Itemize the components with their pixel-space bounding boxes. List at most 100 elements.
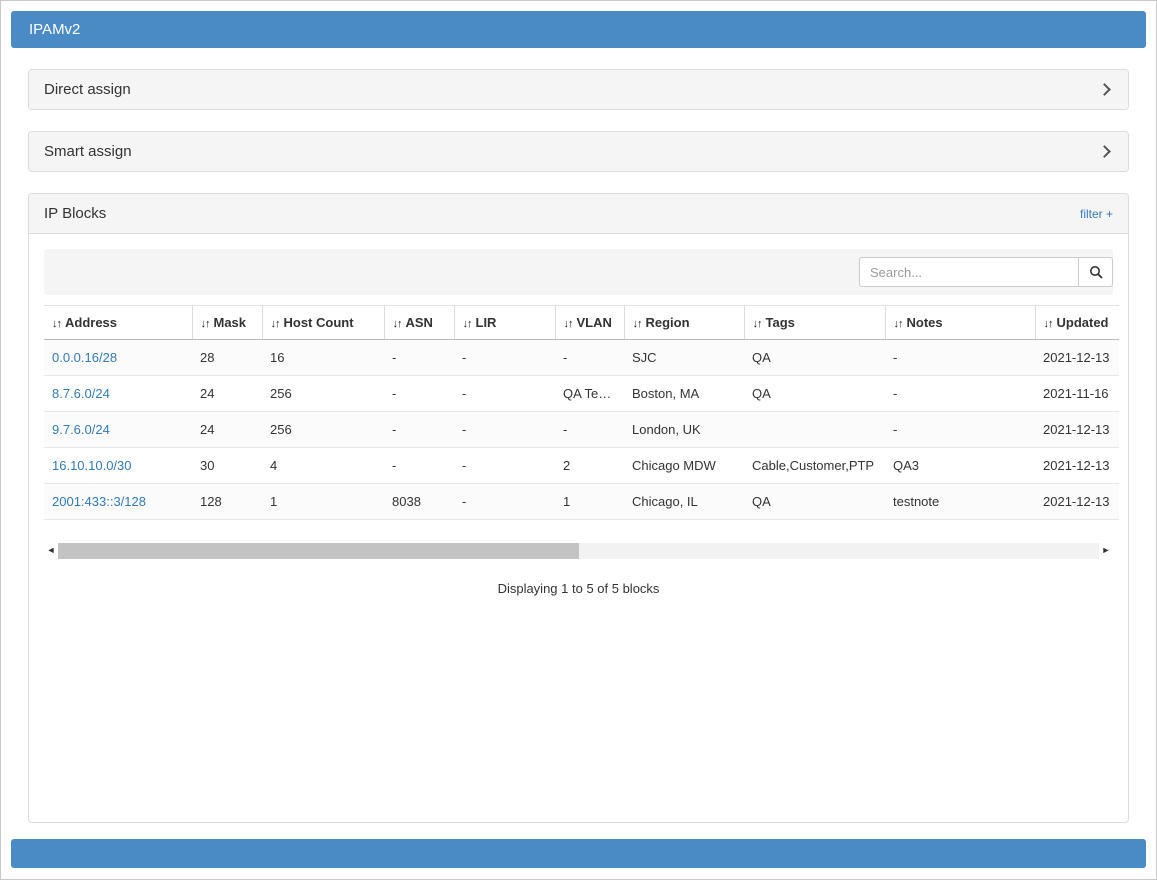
cell-lir: - <box>454 376 555 412</box>
cell-tags: QA <box>744 484 885 520</box>
sort-icon: ↓↑ <box>753 318 762 330</box>
cell-mask: 30 <box>192 448 262 484</box>
cell-lir: - <box>454 484 555 520</box>
cell-updated: 2021-12-13 <box>1035 340 1119 376</box>
sort-icon: ↓↑ <box>894 318 903 330</box>
filter-link[interactable]: filter + <box>1080 207 1113 221</box>
smart-assign-label: Smart assign <box>44 143 132 160</box>
cell-notes: testnote <box>885 484 1035 520</box>
address-link[interactable]: 8.7.6.0/24 <box>52 386 110 401</box>
scrollbar-thumb[interactable] <box>58 543 579 559</box>
cell-mask: 24 <box>192 412 262 448</box>
direct-assign-panel: Direct assign <box>28 69 1129 110</box>
cell-host-count: 256 <box>262 376 384 412</box>
cell-asn: - <box>384 376 454 412</box>
sort-icon: ↓↑ <box>463 318 472 330</box>
column-label: Updated <box>1057 315 1109 330</box>
cell-lir: - <box>454 448 555 484</box>
cell-asn: - <box>384 340 454 376</box>
search-input[interactable] <box>859 257 1079 287</box>
cell-mask: 28 <box>192 340 262 376</box>
column-label: Notes <box>907 315 943 330</box>
address-link[interactable]: 2001:433::3/128 <box>52 494 146 509</box>
cell-region: Chicago, IL <box>624 484 744 520</box>
cell-updated: 2021-12-13 <box>1035 412 1119 448</box>
table-toolbar <box>44 249 1113 295</box>
smart-assign-header[interactable]: Smart assign <box>29 132 1128 171</box>
column-header-tags[interactable]: ↓↑ Tags <box>744 306 885 340</box>
ip-blocks-title: IP Blocks <box>44 205 106 222</box>
sort-icon: ↓↑ <box>633 318 642 330</box>
scrollbar-track[interactable] <box>58 543 1099 559</box>
column-header-address[interactable]: ↓↑Address <box>44 306 192 340</box>
cell-updated: 2021-12-13 <box>1035 448 1119 484</box>
table-row: 9.7.6.0/24 24 256 - - - London, UK - 202… <box>44 412 1119 448</box>
column-label: ASN <box>406 315 433 330</box>
cell-host-count: 256 <box>262 412 384 448</box>
address-link[interactable]: 0.0.0.16/28 <box>52 350 117 365</box>
cell-notes: - <box>885 412 1035 448</box>
table-row: 16.10.10.0/30 30 4 - - 2 Chicago MDW Cab… <box>44 448 1119 484</box>
column-label: LIR <box>476 315 497 330</box>
column-header-vlan[interactable]: ↓↑ VLAN <box>555 306 624 340</box>
cell-region: SJC <box>624 340 744 376</box>
column-header-region[interactable]: ↓↑Region <box>624 306 744 340</box>
ip-blocks-body: ↓↑Address ↓↑ Mask ↓↑ Host Count ↓↑ ASN ↓↑ LI… <box>29 234 1128 822</box>
ip-blocks-table: ↓↑Address ↓↑ Mask ↓↑ Host Count ↓↑ ASN ↓↑ LI… <box>44 305 1119 520</box>
main-content: Direct assign Smart assign IP Blocks fil… <box>11 48 1146 819</box>
sort-icon: ↓↑ <box>564 318 573 330</box>
column-header-host-count[interactable]: ↓↑ Host Count <box>262 306 384 340</box>
scroll-left-icon[interactable]: ◄ <box>44 542 58 559</box>
column-label: Host Count <box>284 315 354 330</box>
chevron-right-icon <box>1098 145 1111 158</box>
column-header-notes[interactable]: ↓↑ Notes <box>885 306 1035 340</box>
cell-address: 16.10.10.0/30 <box>44 448 192 484</box>
column-header-updated[interactable]: ↓↑Updated <box>1035 306 1119 340</box>
cell-tags <box>744 412 885 448</box>
cell-vlan: 2 <box>555 448 624 484</box>
cell-updated: 2021-12-13 <box>1035 484 1119 520</box>
cell-lir: - <box>454 412 555 448</box>
cell-host-count: 1 <box>262 484 384 520</box>
search-button[interactable] <box>1079 257 1113 287</box>
column-label: VLAN <box>577 315 612 330</box>
pagination-summary: Displaying 1 to 5 of 5 blocks <box>44 581 1113 596</box>
cell-region: Boston, MA <box>624 376 744 412</box>
direct-assign-label: Direct assign <box>44 81 131 98</box>
column-label: Mask <box>214 315 247 330</box>
horizontal-scrollbar: ◄ ► <box>44 542 1113 559</box>
sort-icon: ↓↑ <box>393 318 402 330</box>
sort-icon: ↓↑ <box>201 318 210 330</box>
cell-region: Chicago MDW <box>624 448 744 484</box>
navbar: IPAMv2 <box>11 11 1146 48</box>
ip-blocks-header: IP Blocks filter + <box>29 194 1128 234</box>
smart-assign-panel: Smart assign <box>28 131 1129 172</box>
table-row: 8.7.6.0/24 24 256 - - QA Test 1 Boston, … <box>44 376 1119 412</box>
cell-lir: - <box>454 340 555 376</box>
column-header-mask[interactable]: ↓↑ Mask <box>192 306 262 340</box>
cell-host-count: 4 <box>262 448 384 484</box>
cell-address: 2001:433::3/128 <box>44 484 192 520</box>
address-link[interactable]: 9.7.6.0/24 <box>52 422 110 437</box>
footer-bar <box>11 839 1146 868</box>
cell-notes: - <box>885 340 1035 376</box>
search-icon <box>1089 265 1103 279</box>
scroll-right-icon[interactable]: ► <box>1099 542 1113 559</box>
cell-asn: - <box>384 412 454 448</box>
cell-mask: 24 <box>192 376 262 412</box>
cell-updated: 2021-11-16 <box>1035 376 1119 412</box>
sort-icon: ↓↑ <box>271 318 280 330</box>
column-header-asn[interactable]: ↓↑ ASN <box>384 306 454 340</box>
direct-assign-header[interactable]: Direct assign <box>29 70 1128 109</box>
column-label: Tags <box>766 315 795 330</box>
search-group <box>859 257 1113 287</box>
address-link[interactable]: 16.10.10.0/30 <box>52 458 132 473</box>
cell-vlan: - <box>555 412 624 448</box>
chevron-right-icon <box>1098 83 1111 96</box>
table-header-row: ↓↑Address ↓↑ Mask ↓↑ Host Count ↓↑ ASN ↓↑ LI… <box>44 306 1119 340</box>
cell-address: 8.7.6.0/24 <box>44 376 192 412</box>
column-header-lir[interactable]: ↓↑ LIR <box>454 306 555 340</box>
table-row: 0.0.0.16/28 28 16 - - - SJC QA - 2021-12… <box>44 340 1119 376</box>
sort-icon: ↓↑ <box>52 318 61 330</box>
cell-region: London, UK <box>624 412 744 448</box>
